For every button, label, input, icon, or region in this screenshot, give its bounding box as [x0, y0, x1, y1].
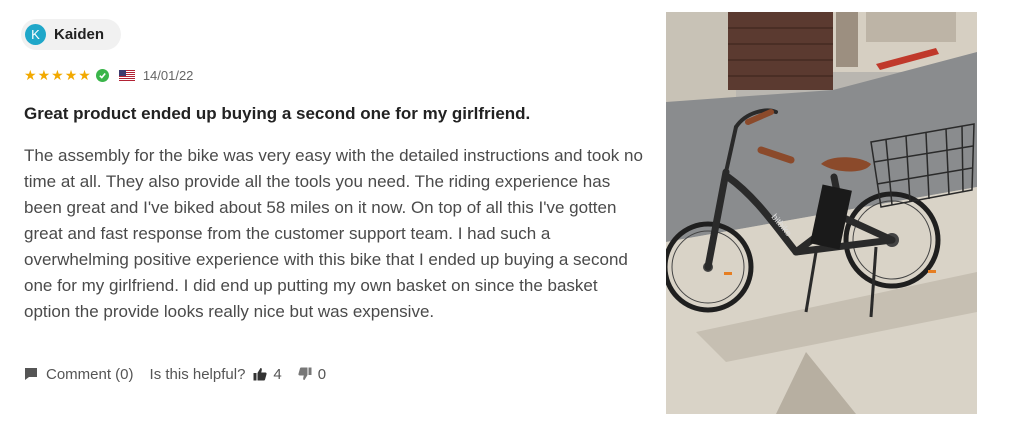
star-icon: ★	[78, 67, 91, 83]
star-icon: ★	[37, 67, 51, 83]
thumbs-up-count: 4	[273, 365, 282, 383]
verified-check-icon	[95, 68, 109, 82]
us-flag-icon	[118, 69, 135, 81]
review-date: 14/01/22	[142, 67, 194, 83]
star-rating: ★ ★ ★ ★ ★	[24, 68, 91, 82]
review-title: Great product ended up buying a second o…	[24, 104, 531, 123]
avatar: K	[25, 24, 46, 45]
review-card: K Kaiden ★ ★ ★ ★ ★ 14/01/22 Great produc…	[0, 0, 1009, 429]
comment-icon[interactable]	[24, 367, 38, 381]
thumbs-down-icon[interactable]	[298, 367, 312, 381]
review-meta: ★ ★ ★ ★ ★ 14/01/22	[24, 66, 193, 84]
star-icon: ★	[64, 67, 78, 83]
thumbs-up-icon[interactable]	[253, 367, 268, 381]
star-icon: ★	[24, 67, 37, 83]
review-actions: Comment (0) Is this helpful? 4 0	[24, 364, 326, 384]
review-body: The assembly for the bike was very easy …	[24, 146, 643, 321]
comment-link[interactable]: Comment (0)	[46, 366, 134, 383]
review-photo[interactable]: bitbike	[666, 12, 977, 414]
helpful-label: Is this helpful?	[149, 365, 246, 383]
star-icon: ★	[51, 67, 64, 83]
thumbs-down-count: 0	[317, 365, 327, 383]
author-name: Kaiden	[54, 26, 105, 43]
author-chip[interactable]: K Kaiden	[21, 19, 121, 50]
